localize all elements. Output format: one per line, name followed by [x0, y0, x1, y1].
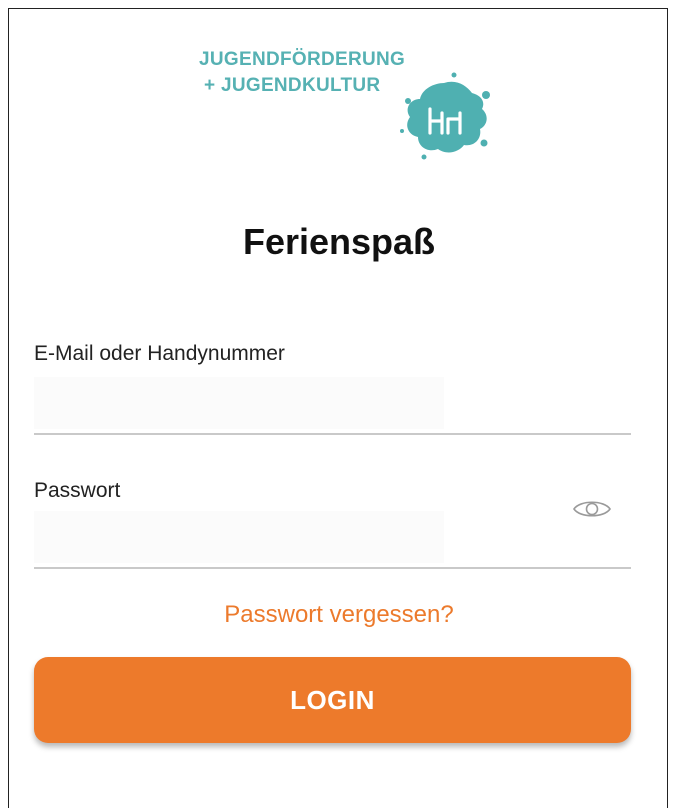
- eye-icon[interactable]: [572, 497, 612, 521]
- logo-line-1: JUGENDFÖRDERUNG: [199, 49, 406, 70]
- email-field-underline: [34, 433, 631, 435]
- password-field-underline: [34, 567, 631, 569]
- login-screen: JUGENDFÖRDERUNG + JUGENDKULTUR Ferienspa…: [8, 8, 668, 808]
- page-title: Ferienspaß: [242, 221, 436, 262]
- email-field-label: E-Mail oder Handynummer: [34, 342, 285, 365]
- paint-splash-logo-icon: [400, 72, 490, 160]
- password-field-label: Passwort: [34, 479, 121, 502]
- login-button[interactable]: LOGIN: [34, 657, 631, 743]
- password-field[interactable]: [34, 511, 444, 563]
- organization-logo: JUGENDFÖRDERUNG + JUGENDKULTUR: [189, 39, 509, 164]
- email-field[interactable]: [34, 377, 444, 429]
- logo-line-2: + JUGENDKULTUR: [204, 75, 381, 96]
- forgot-password-link[interactable]: Passwort vergessen?: [9, 601, 669, 629]
